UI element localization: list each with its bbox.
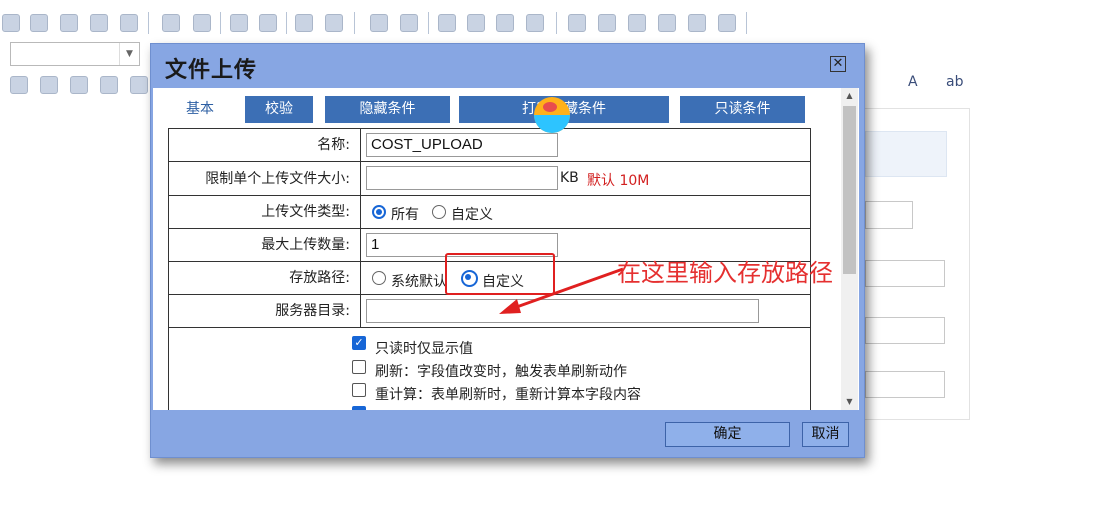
copy-icon[interactable] [30,14,48,32]
find-icon[interactable] [230,14,248,32]
partial-checkbox[interactable] [352,406,366,410]
form-row-name: 名称: COST_UPLOAD [169,129,810,162]
home-icon[interactable] [40,76,58,94]
file-upload-dialog: 文件上传 ✕ 基本 校验 隐藏条件 打印隐藏条件 只读条件 名称: COST_U… [150,43,865,458]
paste-icon[interactable] [60,14,78,32]
editor-toolbar-extra [0,70,160,100]
chevron-down-icon: ▼ [119,43,139,65]
paste-word-icon[interactable] [120,14,138,32]
ok-button[interactable]: 确定 [665,422,790,447]
type-custom-label: 自定义 [451,207,493,223]
scroll-thumb[interactable] [843,106,856,274]
recalc-label: 重计算：表单刷新时，重新计算本字段内容 [375,387,641,403]
blockquote-icon[interactable] [496,14,514,32]
bg-color-icon[interactable]: ab [946,74,963,96]
annotation-text: 在这里输入存放路径 [617,259,833,287]
eraser-icon[interactable] [325,14,343,32]
scroll-down-icon[interactable]: ▼ [841,394,858,410]
tab-readonly-condition[interactable]: 只读条件 [680,96,805,123]
indent-icon[interactable] [467,14,485,32]
toolbar-separator [220,12,221,34]
background-header-block [865,131,947,177]
special-char-icon[interactable] [718,14,736,32]
name-label: 名称: [169,129,361,161]
toolbar-separator [556,12,557,34]
size-unit: KB [560,170,579,186]
size-label: 限制单个上传文件大小: [169,162,361,195]
form-row-size: 限制单个上传文件大小: KB 默认 10M [169,162,810,196]
recalc-checkbox[interactable] [352,383,366,397]
cancel-button[interactable]: 取消 [802,422,849,447]
type-custom-radio[interactable] [432,205,446,219]
type-all-radio[interactable] [372,205,386,219]
form-row-server-dir: 服务器目录: [169,295,810,328]
type-label: 上传文件类型: [169,196,361,228]
ball-dot [543,102,557,112]
size-default-hint: 默认 10M [587,173,650,189]
div-icon[interactable] [526,14,544,32]
table-icon[interactable] [628,14,646,32]
tab-hide-condition[interactable]: 隐藏条件 [325,96,450,123]
background-input[interactable] [865,371,945,398]
editor-toolbar-format: ▼ [0,40,160,70]
close-icon[interactable]: ✕ [830,56,846,72]
dialog-body: 基本 校验 隐藏条件 打印隐藏条件 只读条件 名称: COST_UPLOAD 限… [153,88,859,410]
floating-assistant-icon[interactable] [534,97,570,133]
redo-icon[interactable] [193,14,211,32]
ball-lower-half [534,115,570,133]
toolbar-separator [286,12,287,34]
type-all-label: 所有 [391,207,419,223]
format-combo[interactable]: ▼ [10,42,140,66]
editor-toolbar [0,8,1095,38]
smiley-icon[interactable] [688,14,706,32]
flash-icon[interactable] [598,14,616,32]
toolbar-separator [148,12,149,34]
toolbar-separator [354,12,355,34]
home-icon[interactable] [70,76,88,94]
tab-validation[interactable]: 校验 [245,96,313,123]
path-label: 存放路径: [169,262,361,294]
horizontal-rule-icon[interactable] [658,14,676,32]
server-dir-label: 服务器目录: [169,295,361,327]
readonly-display-label: 只读时仅显示值 [375,341,473,357]
unordered-list-icon[interactable] [400,14,418,32]
undo-icon[interactable] [162,14,180,32]
scroll-up-icon[interactable]: ▲ [841,88,858,104]
form-row-options: ✓ 只读时仅显示值 刷新：字段值改变时，触发表单刷新动作 重计算：表单刷新时，重… [169,328,810,410]
options-label-cell [169,328,361,410]
replace-icon[interactable] [259,14,277,32]
paste-text-icon[interactable] [90,14,108,32]
name-input[interactable]: COST_UPLOAD [366,133,558,157]
tab-basic[interactable]: 基本 [165,96,235,123]
select-all-icon[interactable] [295,14,313,32]
ordered-list-icon[interactable] [370,14,388,32]
background-input[interactable] [865,260,945,287]
annotation-arrow-icon [499,267,624,314]
text-color-icon[interactable]: A [908,74,918,96]
max-label: 最大上传数量: [169,229,361,261]
dialog-title: 文件上传 [165,58,258,83]
path-system-radio[interactable] [372,271,386,285]
cut-icon[interactable] [2,14,20,32]
readonly-display-checkbox[interactable]: ✓ [352,336,366,350]
background-input[interactable] [865,317,945,344]
toolbar-separator [428,12,429,34]
refresh-checkbox[interactable] [352,360,366,374]
home-icon[interactable] [100,76,118,94]
editor-toolbar-right: A ab [868,70,988,100]
size-input[interactable] [366,166,558,190]
vertical-scrollbar[interactable]: ▲ ▼ [841,88,858,410]
toolbar-separator [746,12,747,34]
image-icon[interactable] [568,14,586,32]
form-row-type: 上传文件类型: 所有 自定义 [169,196,810,229]
background-select[interactable] [865,201,913,229]
refresh-label: 刷新：字段值改变时，触发表单刷新动作 [375,364,627,380]
link-icon[interactable] [130,76,148,94]
outdent-icon[interactable] [438,14,456,32]
anchor-icon[interactable] [10,76,28,94]
